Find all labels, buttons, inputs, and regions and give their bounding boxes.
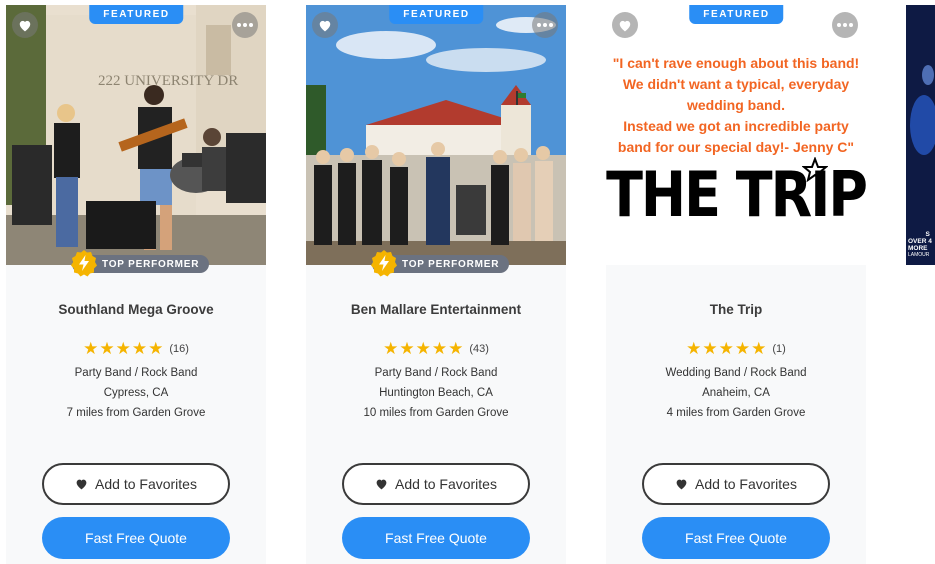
review-count: (43) (469, 343, 489, 355)
rating-row: ★★★★★ (16) (6, 339, 266, 359)
review-count: (16) (169, 343, 189, 355)
more-icon (237, 23, 253, 27)
heart-icon (19, 20, 31, 31)
vendor-distance: 10 miles from Garden Grove (363, 407, 509, 419)
heart-icon (319, 20, 331, 31)
vendor-photo[interactable] (306, 5, 566, 265)
rating-row: ★★★★★ (1) (606, 339, 866, 359)
star-icon: ★★★★★ (383, 339, 465, 358)
vendor-category: Party Band / Rock Band (74, 367, 198, 379)
partial-card-text: LAMOUR (908, 252, 930, 258)
heart-icon (676, 479, 687, 490)
favorite-toggle[interactable] (312, 12, 338, 38)
lightning-icon (371, 250, 397, 277)
lightning-icon (71, 250, 97, 277)
more-options-button[interactable] (532, 12, 558, 38)
partial-card-text: MORE (908, 245, 928, 252)
star-icon: ★★★★★ (83, 339, 165, 358)
add-to-favorites-button[interactable]: Add to Favorites (342, 463, 530, 505)
vendor-card[interactable]: "I can't rave enough about this band! We… (606, 5, 866, 564)
more-options-button[interactable] (832, 12, 858, 38)
fast-free-quote-button[interactable]: Fast Free Quote (642, 517, 830, 559)
heart-icon (619, 20, 631, 31)
fast-free-quote-button[interactable]: Fast Free Quote (342, 517, 530, 559)
more-options-button[interactable] (232, 12, 258, 38)
vendor-name[interactable]: The Trip (606, 302, 866, 317)
review-count: (1) (772, 343, 786, 355)
top-performer-badge: TOP PERFORMER (71, 250, 210, 277)
top-performer-badge: TOP PERFORMER (371, 250, 510, 277)
vendor-photo[interactable]: 222 UNIVERSITY DR (6, 5, 266, 265)
add-to-favorites-label: Add to Favorites (695, 476, 797, 492)
vendor-card[interactable]: FEATURED TOP PERFORMER Ben Mallare Enter… (306, 5, 566, 564)
featured-badge: FEATURED (89, 5, 183, 24)
add-to-favorites-button[interactable]: Add to Favorites (642, 463, 830, 505)
vendor-name[interactable]: Ben Mallare Entertainment (306, 302, 566, 317)
vendor-photo[interactable]: "I can't rave enough about this band! We… (606, 5, 866, 265)
partial-card-text: OVER 4 (908, 238, 932, 245)
building-sign: 222 UNIVERSITY DR (98, 73, 238, 89)
vendor-distance: 4 miles from Garden Grove (666, 407, 806, 419)
vendor-name[interactable]: Southland Mega Groove (6, 302, 266, 317)
vendor-category: Wedding Band / Rock Band (665, 367, 807, 379)
fast-free-quote-button[interactable]: Fast Free Quote (42, 517, 230, 559)
top-performer-label: TOP PERFORMER (402, 258, 500, 270)
favorite-toggle[interactable] (12, 12, 38, 38)
vendor-category: Party Band / Rock Band (374, 367, 498, 379)
testimonial-quote: "I can't rave enough about this band! We… (612, 55, 860, 155)
more-icon (837, 23, 853, 27)
vendor-photo (906, 5, 935, 265)
vendor-distance: 7 miles from Garden Grove (66, 407, 206, 419)
heart-icon (76, 479, 87, 490)
star-icon (802, 157, 828, 183)
featured-badge: FEATURED (389, 5, 483, 24)
heart-icon (376, 479, 387, 490)
partial-card-text: S (925, 231, 930, 238)
star-icon: ★★★★★ (686, 339, 768, 358)
rating-row: ★★★★★ (43) (306, 339, 566, 359)
vendor-location: Huntington Beach, CA (379, 387, 493, 399)
featured-badge: FEATURED (689, 5, 783, 24)
add-to-favorites-label: Add to Favorites (395, 476, 497, 492)
top-performer-label: TOP PERFORMER (102, 258, 200, 270)
vendor-card[interactable]: 222 UNIVERSITY DR FEATURED TOP PERFORMER (6, 5, 266, 564)
vendor-card-partial[interactable]: S OVER 4 MORE LAMOUR (906, 5, 935, 265)
more-icon (537, 23, 553, 27)
favorite-toggle[interactable] (612, 12, 638, 38)
vendor-location: Cypress, CA (103, 387, 169, 399)
add-to-favorites-button[interactable]: Add to Favorites (42, 463, 230, 505)
add-to-favorites-label: Add to Favorites (95, 476, 197, 492)
vendor-location: Anaheim, CA (702, 387, 770, 399)
